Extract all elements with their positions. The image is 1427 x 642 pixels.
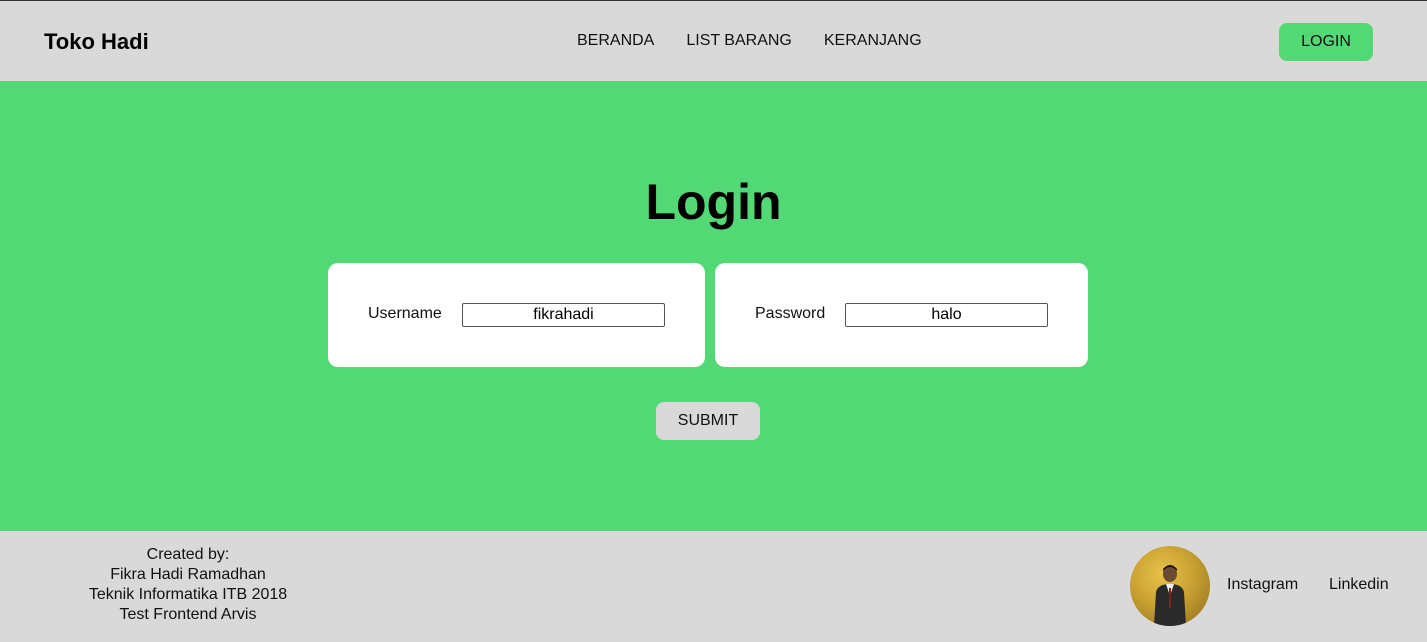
navbar: Toko Hadi BERANDA LIST BARANG KERANJANG …: [0, 0, 1427, 81]
login-button[interactable]: LOGIN: [1279, 23, 1373, 61]
login-section: Login Username Password SUBMIT: [0, 81, 1427, 531]
credits-line: Teknik Informatika ITB 2018: [88, 586, 288, 603]
nav-item-beranda[interactable]: BERANDA: [577, 32, 654, 50]
credits-line: Fikra Hadi Ramadhan: [110, 566, 266, 583]
brand-logo[interactable]: Toko Hadi: [44, 29, 149, 55]
password-input[interactable]: [845, 303, 1048, 327]
username-input[interactable]: [462, 303, 665, 327]
linkedin-link[interactable]: Linkedin: [1329, 576, 1389, 594]
username-label: Username: [368, 305, 442, 322]
nav-links: BERANDA LIST BARANG KERANJANG: [577, 32, 922, 50]
nav-item-keranjang[interactable]: KERANJANG: [824, 32, 922, 50]
instagram-link[interactable]: Instagram: [1227, 576, 1298, 594]
avatar: [1130, 546, 1210, 626]
credits-line: Test Frontend Arvis: [119, 606, 257, 623]
credits-line: Created by:: [146, 546, 230, 563]
profile-photo-icon: [1154, 565, 1186, 626]
footer: Created by: Fikra Hadi Ramadhan Teknik I…: [0, 531, 1427, 642]
username-card: Username: [328, 263, 705, 367]
page-title: Login: [645, 174, 782, 230]
nav-item-list-barang[interactable]: LIST BARANG: [686, 32, 792, 50]
password-label: Password: [755, 305, 826, 322]
submit-button[interactable]: SUBMIT: [656, 402, 760, 440]
credits: Created by: Fikra Hadi Ramadhan Teknik I…: [60, 545, 316, 625]
password-card: Password: [715, 263, 1088, 367]
